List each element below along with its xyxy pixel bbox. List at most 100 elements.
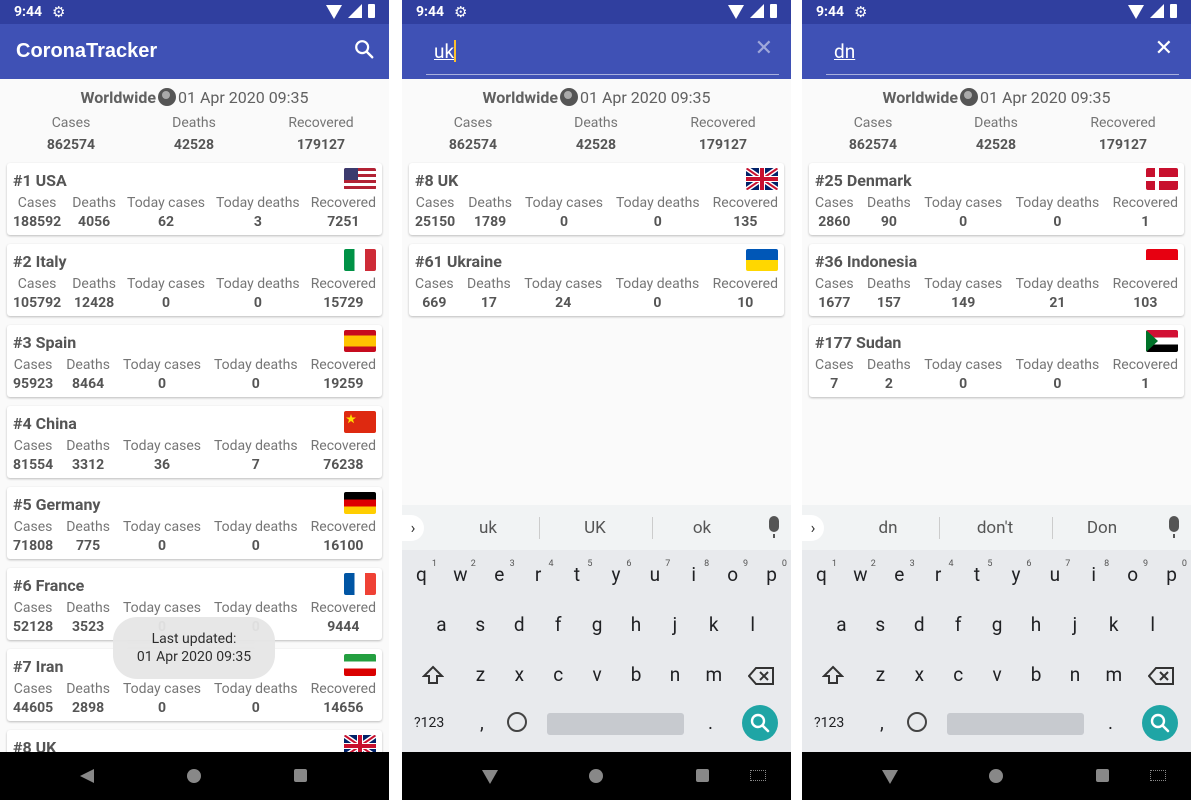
- comma-key[interactable]: ,: [480, 711, 484, 734]
- key-r[interactable]: r4: [519, 559, 558, 586]
- search-input[interactable]: dn: [834, 40, 855, 63]
- key-d[interactable]: d: [900, 613, 939, 636]
- key-j[interactable]: j: [655, 613, 694, 636]
- keyboard-switch-icon[interactable]: [1150, 770, 1166, 781]
- recents-icon[interactable]: [696, 769, 709, 782]
- country-card[interactable]: #8 UK Cases 25150 Deaths 1789 Today cases 0 Tod…: [409, 163, 784, 235]
- search-key[interactable]: [1142, 705, 1178, 741]
- key-t[interactable]: t5: [558, 559, 597, 586]
- symbols-key[interactable]: ?123: [814, 715, 844, 731]
- space-bar[interactable]: [547, 713, 684, 735]
- key-h[interactable]: h: [1017, 613, 1056, 636]
- period-key[interactable]: .: [708, 711, 713, 734]
- chevron-right-icon[interactable]: ›: [402, 515, 424, 541]
- suggestion-3[interactable]: ok: [652, 518, 752, 538]
- country-card[interactable]: #1 USA Cases 188592 Deaths 4056 Today cases 62…: [7, 163, 382, 235]
- shift-icon[interactable]: [822, 665, 844, 685]
- recents-icon[interactable]: [1096, 769, 1109, 782]
- country-card[interactable]: #61 Ukraine Cases 669 Deaths 17 Today cases 24…: [409, 244, 784, 316]
- key-v[interactable]: v: [578, 663, 617, 686]
- backspace-icon[interactable]: [1148, 667, 1174, 685]
- suggestion-1[interactable]: dn: [838, 518, 938, 538]
- key-f[interactable]: f: [539, 613, 578, 636]
- key-r[interactable]: r4: [919, 559, 958, 586]
- key-g[interactable]: g: [978, 613, 1017, 636]
- key-v[interactable]: v: [978, 663, 1017, 686]
- key-x[interactable]: x: [900, 663, 939, 686]
- search-key[interactable]: [742, 705, 778, 741]
- key-h[interactable]: h: [617, 613, 656, 636]
- close-icon[interactable]: ✕: [755, 36, 773, 61]
- key-d[interactable]: d: [500, 613, 539, 636]
- key-y[interactable]: y6: [997, 559, 1036, 586]
- back-icon[interactable]: [482, 770, 498, 784]
- emoji-icon[interactable]: [907, 712, 927, 732]
- country-card[interactable]: #4 China Cases 81554 Deaths 3312 Today cases 3…: [7, 406, 382, 478]
- key-m[interactable]: m: [694, 663, 733, 686]
- recents-icon[interactable]: [294, 769, 307, 782]
- symbols-key[interactable]: ?123: [414, 715, 444, 731]
- key-q[interactable]: q1: [802, 559, 841, 586]
- key-z[interactable]: z: [461, 663, 500, 686]
- key-p[interactable]: p0: [1152, 559, 1191, 586]
- country-card[interactable]: #36 Indonesia Cases 1677 Deaths 157 Today cas…: [809, 244, 1184, 316]
- period-key[interactable]: .: [1108, 711, 1113, 734]
- close-icon[interactable]: ✕: [1155, 36, 1173, 61]
- home-icon[interactable]: [589, 769, 603, 783]
- key-k[interactable]: k: [1094, 613, 1133, 636]
- country-card[interactable]: #5 Germany Cases 71808 Deaths 775 Today cases…: [7, 487, 382, 559]
- key-l[interactable]: l: [1133, 613, 1172, 636]
- country-card[interactable]: #3 Spain Cases 95923 Deaths 8464 Today cases 0…: [7, 325, 382, 397]
- suggestion-1[interactable]: uk: [438, 518, 538, 538]
- country-card[interactable]: #2 Italy Cases 105792 Deaths 12428 Today case…: [7, 244, 382, 316]
- key-n[interactable]: n: [656, 663, 695, 686]
- key-n[interactable]: n: [1056, 663, 1095, 686]
- mic-icon[interactable]: [1169, 516, 1179, 538]
- mic-icon[interactable]: [769, 516, 779, 538]
- suggestion-2[interactable]: UK: [545, 518, 645, 538]
- key-y[interactable]: y6: [597, 559, 636, 586]
- chevron-right-icon[interactable]: ›: [802, 515, 824, 541]
- key-o[interactable]: o9: [713, 559, 752, 586]
- search-input[interactable]: uk: [434, 40, 457, 63]
- key-m[interactable]: m: [1094, 663, 1133, 686]
- key-j[interactable]: j: [1055, 613, 1094, 636]
- key-g[interactable]: g: [578, 613, 617, 636]
- back-icon[interactable]: [882, 770, 898, 784]
- key-w[interactable]: w2: [841, 559, 880, 586]
- key-o[interactable]: o9: [1113, 559, 1152, 586]
- key-b[interactable]: b: [617, 663, 656, 686]
- key-u[interactable]: u7: [1035, 559, 1074, 586]
- key-l[interactable]: l: [733, 613, 772, 636]
- key-b[interactable]: b: [1017, 663, 1056, 686]
- key-a[interactable]: a: [822, 613, 861, 636]
- country-card[interactable]: #177 Sudan Cases 7 Deaths 2 Today cases 0 Today…: [809, 325, 1184, 397]
- key-k[interactable]: k: [694, 613, 733, 636]
- key-c[interactable]: c: [539, 663, 578, 686]
- key-e[interactable]: e3: [880, 559, 919, 586]
- key-e[interactable]: e3: [480, 559, 519, 586]
- key-c[interactable]: c: [939, 663, 978, 686]
- country-card[interactable]: #25 Denmark Cases 2860 Deaths 90 Today cases 0…: [809, 163, 1184, 235]
- search-icon[interactable]: [353, 38, 375, 60]
- key-x[interactable]: x: [500, 663, 539, 686]
- key-i[interactable]: i8: [1074, 559, 1113, 586]
- key-w[interactable]: w2: [441, 559, 480, 586]
- suggestion-2[interactable]: don't: [945, 518, 1045, 538]
- backspace-icon[interactable]: [748, 667, 774, 685]
- key-s[interactable]: s: [861, 613, 900, 636]
- home-icon[interactable]: [989, 769, 1003, 783]
- key-p[interactable]: p0: [752, 559, 791, 586]
- key-t[interactable]: t5: [958, 559, 997, 586]
- key-i[interactable]: i8: [674, 559, 713, 586]
- key-a[interactable]: a: [422, 613, 461, 636]
- comma-key[interactable]: ,: [880, 711, 884, 734]
- back-icon[interactable]: [80, 769, 94, 783]
- key-s[interactable]: s: [461, 613, 500, 636]
- shift-icon[interactable]: [422, 665, 444, 685]
- suggestion-3[interactable]: Don: [1052, 518, 1152, 538]
- key-u[interactable]: u7: [635, 559, 674, 586]
- home-icon[interactable]: [187, 769, 201, 783]
- emoji-icon[interactable]: [507, 712, 527, 732]
- key-q[interactable]: q1: [402, 559, 441, 586]
